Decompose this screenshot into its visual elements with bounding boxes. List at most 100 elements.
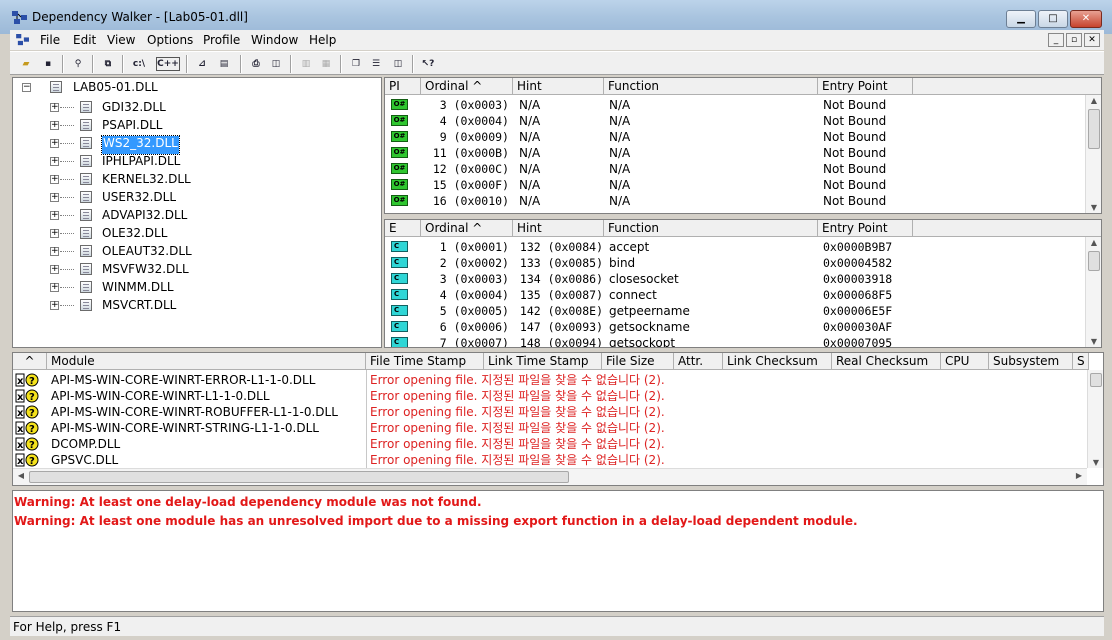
maximize-button[interactable]: □ [1038, 10, 1068, 28]
expand-toggle[interactable]: + [50, 175, 59, 184]
module-name[interactable]: API-MS-WIN-CORE-WINRT-ROBUFFER-L1-1-0.DL… [51, 404, 363, 420]
child-restore-button[interactable]: ▫ [1066, 33, 1082, 47]
col-module[interactable]: Module [47, 353, 366, 370]
child-minimize-button[interactable]: _ [1048, 33, 1064, 47]
expand-toggle[interactable]: + [50, 139, 59, 148]
title-bar[interactable]: Dependency Walker - [Lab05-01.dll] ▁ □ ✕ [0, 0, 1112, 34]
expand-toggle[interactable]: + [50, 247, 59, 256]
undecorate-cpp-button[interactable]: C++ [156, 57, 180, 71]
scroll-thumb[interactable] [1090, 373, 1102, 387]
menu-view[interactable]: View [107, 33, 135, 47]
expand-toggle[interactable]: + [50, 301, 59, 310]
scroll-right-icon[interactable]: ▶ [1071, 471, 1087, 480]
close-button[interactable]: ✕ [1070, 10, 1102, 28]
module-hscroll[interactable]: ◀ ▶ [13, 468, 1087, 485]
tree-item[interactable]: PSAPI.DLL [102, 118, 163, 136]
collapse-toggle[interactable]: − [22, 83, 31, 92]
scroll-down-icon[interactable]: ▼ [1088, 458, 1103, 467]
tree-item[interactable]: WINMM.DLL [102, 280, 174, 298]
child-window-icon[interactable] [16, 34, 30, 46]
tree-item[interactable]: OLE32.DLL [102, 226, 167, 244]
expand-toggle[interactable]: + [50, 283, 59, 292]
open-button[interactable]: ▰ [16, 55, 36, 73]
scroll-down-icon[interactable]: ▼ [1086, 337, 1101, 346]
tree-item[interactable]: KERNEL32.DLL [102, 172, 191, 190]
scroll-thumb[interactable] [1088, 109, 1100, 149]
menu-file[interactable]: File [40, 33, 60, 47]
col-entry-point[interactable]: Entry Point [818, 78, 913, 95]
tile-horizontal-button[interactable]: ☰ [366, 55, 386, 73]
module-name[interactable]: API-MS-WIN-CORE-WINRT-ERROR-L1-1-0.DLL [51, 372, 363, 388]
col-ordinal[interactable]: Ordinal ^ [421, 78, 513, 95]
tree-item[interactable]: ADVAPI32.DLL [102, 208, 187, 226]
menu-help[interactable]: Help [309, 33, 336, 47]
log-view[interactable]: Warning: At least one delay-load depende… [12, 490, 1104, 612]
full-paths-button[interactable]: c:\ [128, 55, 150, 73]
scroll-left-icon[interactable]: ◀ [13, 471, 29, 480]
scroll-up-icon[interactable]: ▲ [1086, 96, 1101, 105]
tree-item[interactable]: GDI32.DLL [102, 100, 166, 118]
minimize-button[interactable]: ▁ [1006, 10, 1036, 28]
col-file-time-stamp[interactable]: File Time Stamp [366, 353, 484, 370]
col-hint[interactable]: Hint [513, 220, 604, 237]
module-list[interactable]: ^ Module File Time Stamp Link Time Stamp… [12, 352, 1104, 486]
expand-toggle[interactable]: + [50, 193, 59, 202]
scroll-down-icon[interactable]: ▼ [1086, 203, 1101, 212]
scroll-up-icon[interactable]: ▲ [1086, 238, 1101, 247]
menu-options[interactable]: Options [147, 33, 193, 47]
find-button[interactable]: ⚲ [68, 55, 88, 73]
col-link-time-stamp[interactable]: Link Time Stamp [484, 353, 602, 370]
col-entry-point[interactable]: Entry Point [818, 220, 913, 237]
import-function-list[interactable]: PI Ordinal ^ Hint Function Entry Point O… [384, 77, 1102, 214]
view-button[interactable]: ◫ [266, 55, 286, 73]
export-vscroll[interactable]: ▲ ▼ [1085, 237, 1101, 347]
col-link-checksum[interactable]: Link Checksum [723, 353, 832, 370]
expand-toggle[interactable]: + [50, 229, 59, 238]
scroll-thumb[interactable] [29, 471, 569, 483]
child-close-button[interactable]: ✕ [1084, 33, 1100, 47]
expand-toggle[interactable]: + [50, 157, 59, 166]
col-ordinal[interactable]: Ordinal ^ [421, 220, 513, 237]
tree-item[interactable]: MSVFW32.DLL [102, 262, 189, 280]
highlight-export-button[interactable]: ▦ [316, 55, 336, 73]
expand-toggle[interactable]: + [50, 121, 59, 130]
menu-edit[interactable]: Edit [73, 33, 96, 47]
col-function[interactable]: Function [604, 78, 818, 95]
highlight-button[interactable]: ▥ [296, 55, 316, 73]
col-e[interactable]: E [385, 220, 421, 237]
tree-item[interactable]: MSVCRT.DLL [102, 298, 176, 316]
tree-item[interactable]: USER32.DLL [102, 190, 176, 208]
tile-vertical-button[interactable]: ◫ [388, 55, 408, 73]
tree-item[interactable]: WS2_32.DLL [101, 135, 180, 155]
col-real-checksum[interactable]: Real Checksum [832, 353, 941, 370]
save-button[interactable]: ▪ [38, 55, 58, 73]
expand-toggle[interactable]: + [50, 211, 59, 220]
module-tree[interactable]: − LAB05-01.DLL + GDI32.DLL + PSAPI.DLL + WS2_… [12, 77, 382, 348]
scroll-thumb[interactable] [1088, 251, 1100, 271]
col-subsystem[interactable]: Subsystem [989, 353, 1073, 370]
print-button[interactable]: ⎙ [246, 55, 266, 73]
col-cpu[interactable]: CPU [941, 353, 989, 370]
col-sort[interactable]: ^ [13, 353, 47, 370]
col-function[interactable]: Function [604, 220, 818, 237]
tree-item[interactable]: IPHLPAPI.DLL [102, 154, 180, 172]
import-vscroll[interactable]: ▲ ▼ [1085, 95, 1101, 213]
context-help-button[interactable]: ↖? [418, 55, 438, 73]
module-vscroll[interactable]: ▲ ▼ [1087, 370, 1103, 468]
col-pi[interactable]: PI [385, 78, 421, 95]
tree-item[interactable]: OLEAUT32.DLL [102, 244, 192, 262]
col-symbols[interactable]: S [1073, 353, 1089, 370]
graph-button[interactable]: ⊿ [192, 55, 212, 73]
copy-button[interactable]: ⧉ [98, 55, 118, 73]
cascade-button[interactable]: ❐ [346, 55, 366, 73]
expand-toggle[interactable]: + [50, 265, 59, 274]
module-name[interactable]: API-MS-WIN-CORE-WINRT-STRING-L1-1-0.DLL [51, 420, 363, 436]
module-name[interactable]: GPSVC.DLL [51, 452, 363, 468]
module-name[interactable]: DCOMP.DLL [51, 436, 363, 452]
col-attr[interactable]: Attr. [674, 353, 723, 370]
tree-root[interactable]: LAB05-01.DLL [73, 80, 158, 98]
col-file-size[interactable]: File Size [602, 353, 674, 370]
module-name[interactable]: API-MS-WIN-CORE-WINRT-L1-1-0.DLL [51, 388, 363, 404]
menu-profile[interactable]: Profile [203, 33, 240, 47]
menu-window[interactable]: Window [251, 33, 298, 47]
